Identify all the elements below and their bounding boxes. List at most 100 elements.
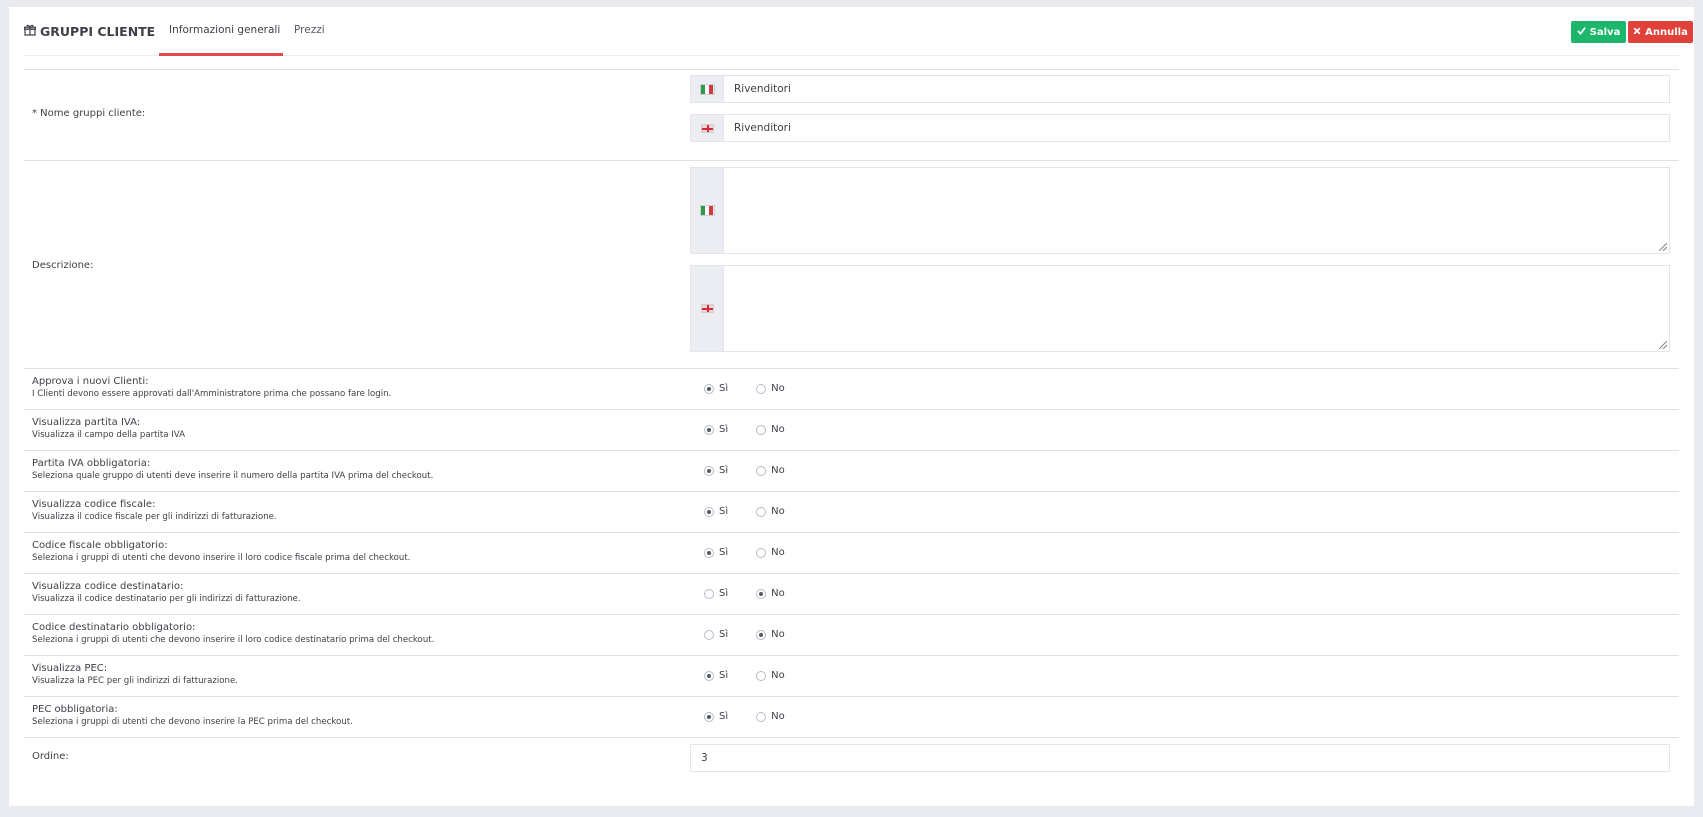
options-list: Approva i nuovi Clienti: I Clienti devono… (24, 368, 1679, 737)
radio-no-label: No (771, 670, 785, 681)
name-label: * Nome gruppi cliente: (32, 108, 146, 119)
radio-button[interactable] (704, 670, 714, 681)
resize-handle-icon[interactable] (1659, 341, 1667, 349)
italian-flag-icon (690, 167, 723, 254)
close-icon (1633, 27, 1641, 38)
radio-no[interactable]: No (756, 465, 785, 476)
radio-yes[interactable]: Sì (704, 383, 728, 394)
radio-yes[interactable]: Sì (704, 424, 728, 435)
radio-no-label: No (771, 629, 785, 640)
page-title-text: GRUPPI CLIENTE (40, 24, 156, 39)
option-label: Visualizza codice fiscale: (32, 499, 156, 510)
radio-yes-label: Sì (719, 383, 729, 394)
page-title: GRUPPI CLIENTE (24, 24, 155, 39)
option-description: Seleziona quale gruppo di utenti deve in… (32, 471, 434, 481)
radio-no-label: No (771, 588, 785, 599)
radio-button[interactable] (704, 547, 714, 558)
radio-yes[interactable]: Sì (704, 547, 728, 558)
tab-informazioni-generali[interactable]: Informazioni generali (169, 24, 280, 36)
order-label: Ordine: (32, 751, 69, 762)
option-row: Visualizza partita IVA: Visualizza il cam… (24, 409, 1679, 450)
form-panel: GRUPPI CLIENTE Informazioni generali Pre… (9, 7, 1694, 806)
option-label: Approva i nuovi Clienti: (32, 376, 149, 387)
radio-no[interactable]: No (756, 711, 785, 722)
option-row: Partita IVA obbligatoria: Seleziona quale… (24, 450, 1679, 491)
option-description: Seleziona i gruppi di utenti che devono … (32, 635, 435, 645)
description-textarea-it[interactable] (723, 167, 1670, 254)
radio-no-label: No (771, 711, 785, 722)
radio-button[interactable] (756, 383, 767, 394)
order-row: Ordine: 3 (24, 737, 1679, 779)
radio-no[interactable]: No (756, 383, 785, 394)
option-label-block: Codice fiscale obbligatorio: Seleziona i … (32, 540, 410, 563)
radio-no[interactable]: No (756, 547, 785, 558)
radio-button[interactable] (704, 424, 714, 435)
option-description: Visualizza il codice destinatario per gl… (32, 594, 301, 604)
yes-no-radio-group: Sì No (704, 506, 785, 517)
radio-no[interactable]: No (756, 506, 785, 517)
radio-button[interactable] (756, 424, 767, 435)
radio-no[interactable]: No (756, 588, 785, 599)
description-en-group (690, 265, 1670, 352)
yes-no-radio-group: Sì No (704, 588, 785, 599)
name-input-it[interactable]: Rivenditori (723, 75, 1670, 103)
option-description: Seleziona i gruppi di utenti che devono … (32, 717, 353, 727)
gift-icon (24, 24, 37, 39)
option-label: Codice destinatario obbligatorio: (32, 622, 196, 633)
radio-button[interactable] (756, 629, 767, 640)
order-input-group: 3 (690, 744, 1670, 772)
radio-button[interactable] (756, 547, 767, 558)
name-input-en[interactable]: Rivenditori (723, 114, 1670, 142)
radio-button[interactable] (756, 588, 767, 599)
radio-yes-label: Sì (719, 465, 729, 476)
radio-yes[interactable]: Sì (704, 588, 728, 599)
option-row: Codice destinatario obbligatorio: Selezio… (24, 614, 1679, 655)
radio-no[interactable]: No (756, 670, 785, 681)
option-row: Visualizza PEC: Visualizza la PEC per gli… (24, 655, 1679, 696)
radio-no-label: No (771, 547, 785, 558)
radio-yes[interactable]: Sì (704, 670, 728, 681)
option-description: Visualizza il codice fiscale per gli ind… (32, 512, 277, 522)
radio-no[interactable]: No (756, 629, 785, 640)
cancel-button[interactable]: Annulla (1628, 21, 1693, 43)
save-button[interactable]: Salva (1571, 21, 1626, 43)
radio-button[interactable] (756, 711, 767, 722)
english-flag-icon (690, 114, 723, 142)
radio-yes[interactable]: Sì (704, 711, 728, 722)
radio-button[interactable] (756, 465, 767, 476)
name-row: * Nome gruppi cliente: Rivenditori Riven… (24, 69, 1679, 160)
page-header: GRUPPI CLIENTE Informazioni generali Pre… (24, 7, 1693, 56)
option-label-block: Approva i nuovi Clienti: I Clienti devono… (32, 376, 391, 399)
description-row: Descrizione: (24, 160, 1679, 368)
radio-yes-label: Sì (719, 506, 729, 517)
name-input-it-group: Rivenditori (690, 75, 1670, 103)
radio-button[interactable] (704, 629, 714, 640)
yes-no-radio-group: Sì No (704, 424, 785, 435)
option-label-block: Visualizza partita IVA: Visualizza il cam… (32, 417, 185, 440)
option-row: PEC obbligatoria: Seleziona i gruppi di u… (24, 696, 1679, 737)
yes-no-radio-group: Sì No (704, 711, 785, 722)
option-row: Visualizza codice fiscale: Visualizza il … (24, 491, 1679, 532)
radio-button[interactable] (756, 506, 767, 517)
description-it-group (690, 167, 1670, 254)
yes-no-radio-group: Sì No (704, 670, 785, 681)
radio-button[interactable] (756, 670, 767, 681)
option-label-block: PEC obbligatoria: Seleziona i gruppi di u… (32, 704, 353, 727)
radio-yes-label: Sì (719, 424, 729, 435)
radio-yes[interactable]: Sì (704, 629, 728, 640)
tab-prezzi[interactable]: Prezzi (294, 24, 325, 36)
radio-button[interactable] (704, 465, 714, 476)
radio-button[interactable] (704, 711, 714, 722)
radio-yes[interactable]: Sì (704, 506, 728, 517)
active-tab-indicator (159, 53, 283, 56)
description-textarea-en[interactable] (723, 265, 1670, 352)
option-label-block: Visualizza PEC: Visualizza la PEC per gli… (32, 663, 238, 686)
radio-button[interactable] (704, 588, 714, 599)
option-row: Approva i nuovi Clienti: I Clienti devono… (24, 368, 1679, 409)
radio-yes[interactable]: Sì (704, 465, 728, 476)
order-input[interactable]: 3 (690, 744, 1670, 772)
radio-button[interactable] (704, 383, 714, 394)
resize-handle-icon[interactable] (1659, 243, 1667, 251)
radio-button[interactable] (704, 506, 714, 517)
radio-no[interactable]: No (756, 424, 785, 435)
